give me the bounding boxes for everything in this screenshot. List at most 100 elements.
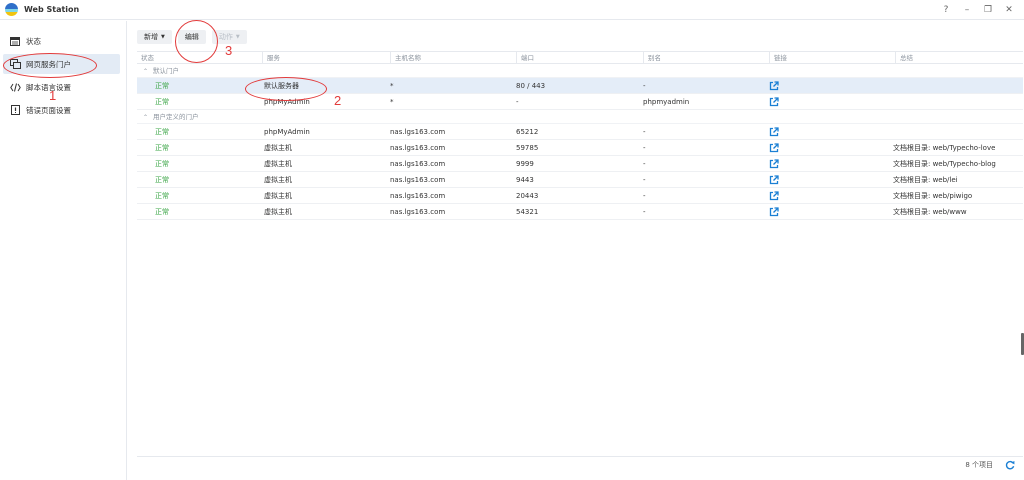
table-row[interactable]: 正常 虚拟主机 nas.lgs163.com 59785 - 文档根目录: web/Typ… (137, 140, 1023, 156)
code-icon (9, 81, 21, 93)
port-cell: 59785 (516, 144, 539, 152)
annotation-number-3: 3 (225, 43, 233, 58)
annotation-circle-1 (3, 53, 97, 78)
status-icon (9, 35, 21, 47)
host-cell: * (390, 82, 394, 90)
service-cell: 虚拟主机 (264, 160, 292, 168)
chevron-down-icon: ▼ (235, 34, 240, 40)
external-link-icon[interactable] (769, 191, 779, 201)
window-title: Web Station (24, 5, 80, 14)
port-cell: 65212 (516, 128, 539, 136)
summary-cell: 文档根目录: web/Typecho-blog (893, 160, 996, 168)
column-header-host[interactable]: 主机名称 (390, 52, 516, 64)
host-cell: * (390, 98, 394, 106)
port-cell: 9443 (516, 176, 534, 184)
external-link-icon[interactable] (769, 97, 779, 107)
table-row[interactable]: 正常 虚拟主机 nas.lgs163.com 9999 - 文档根目录: web/Type… (137, 156, 1023, 172)
service-cell: 虚拟主机 (264, 208, 292, 216)
web-station-logo-icon (5, 3, 18, 16)
external-link-icon[interactable] (769, 127, 779, 137)
table-row[interactable]: 正常 虚拟主机 nas.lgs163.com 20443 - 文档根目录: web/piw… (137, 188, 1023, 204)
status-cell: 正常 (155, 128, 169, 136)
column-header-alias[interactable]: 别名 (643, 52, 769, 64)
chevron-up-icon[interactable]: ⌃ (143, 111, 148, 125)
column-header-link[interactable]: 链接 (769, 52, 895, 64)
port-cell: - (516, 98, 519, 106)
status-cell: 正常 (155, 144, 169, 152)
port-cell: 54321 (516, 208, 539, 216)
group-label: 用户定义的门户 (153, 113, 199, 121)
table-header: 状态 服务 主机名称 端口 别名 链接 总结 (137, 51, 1023, 64)
alias-cell: - (643, 160, 646, 168)
group-label: 默认门户 (153, 67, 180, 75)
chevron-down-icon: ▼ (161, 34, 165, 40)
port-cell: 9999 (516, 160, 534, 168)
summary-cell: 文档根目录: web/piwigo (893, 192, 973, 200)
sidebar-item-error-page[interactable]: 错误页面设置 (3, 100, 120, 120)
title-bar: Web Station ? – ❐ ✕ (0, 0, 1024, 20)
column-header-summary[interactable]: 总结 (895, 52, 1011, 64)
service-cell: 虚拟主机 (264, 144, 292, 152)
refresh-icon[interactable] (1005, 460, 1015, 470)
external-link-icon[interactable] (769, 175, 779, 185)
sidebar-item-script-language[interactable]: 脚本语言设置 (3, 77, 120, 97)
alias-cell: phpmyadmin (643, 98, 690, 106)
error-icon (9, 104, 21, 116)
external-link-icon[interactable] (769, 159, 779, 169)
annotation-number-1: 1 (49, 88, 57, 103)
host-cell: nas.lgs163.com (390, 176, 446, 184)
service-cell: 虚拟主机 (264, 192, 292, 200)
status-cell: 正常 (155, 176, 169, 184)
chevron-up-icon[interactable]: ⌃ (143, 65, 148, 79)
external-link-icon[interactable] (769, 207, 779, 217)
create-button-label: 新增 (144, 33, 158, 41)
table-row[interactable]: 正常 虚拟主机 nas.lgs163.com 54321 - 文档根目录: web/www (137, 204, 1023, 220)
sidebar-item-label: 错误页面设置 (26, 105, 71, 115)
alias-cell: - (643, 176, 646, 184)
close-icon[interactable]: ✕ (1004, 4, 1014, 16)
help-icon[interactable]: ? (941, 4, 951, 16)
sidebar: 状态 网页服务门户 脚本语言设置 错误页面设置 (0, 21, 127, 480)
table-footer: 8 个项目 (137, 456, 1023, 472)
summary-cell: 文档根目录: web/Typecho-love (893, 144, 996, 152)
status-cell: 正常 (155, 192, 169, 200)
portal-table: 状态 服务 主机名称 端口 别名 链接 总结 ⌃ 默认门户 正常 默认服务器 * 80 /… (137, 51, 1023, 220)
service-cell: 虚拟主机 (264, 176, 292, 184)
annotation-number-2: 2 (334, 93, 342, 108)
group-row[interactable]: ⌃ 用户定义的门户 (137, 110, 1023, 124)
host-cell: nas.lgs163.com (390, 144, 446, 152)
summary-cell: 文档根目录: web/www (893, 208, 967, 216)
annotation-circle-3 (175, 20, 218, 63)
port-cell: 80 / 443 (516, 82, 546, 90)
status-cell: 正常 (155, 208, 169, 216)
status-cell: 正常 (155, 82, 169, 90)
host-cell: nas.lgs163.com (390, 160, 446, 168)
sidebar-item-label: 状态 (26, 36, 41, 46)
group-row[interactable]: ⌃ 默认门户 (137, 64, 1023, 78)
action-button-label: 动作 (218, 33, 233, 41)
host-cell: nas.lgs163.com (390, 192, 446, 200)
alias-cell: - (643, 128, 646, 136)
external-link-icon[interactable] (769, 81, 779, 91)
service-cell: phpMyAdmin (264, 128, 310, 136)
alias-cell: - (643, 82, 646, 90)
host-cell: nas.lgs163.com (390, 128, 446, 136)
restore-icon[interactable]: ❐ (983, 4, 993, 16)
column-header-service[interactable]: 服务 (262, 52, 390, 64)
annotation-circle-2 (245, 77, 327, 101)
table-row[interactable]: 正常 虚拟主机 nas.lgs163.com 9443 - 文档根目录: web/lei (137, 172, 1023, 188)
external-link-icon[interactable] (769, 143, 779, 153)
alias-cell: - (643, 192, 646, 200)
alias-cell: - (643, 144, 646, 152)
sidebar-item-status[interactable]: 状态 (3, 31, 120, 51)
status-cell: 正常 (155, 160, 169, 168)
host-cell: nas.lgs163.com (390, 208, 446, 216)
minimize-icon[interactable]: – (962, 4, 972, 16)
alias-cell: - (643, 208, 646, 216)
summary-cell: 文档根目录: web/lei (893, 176, 958, 184)
column-header-port[interactable]: 端口 (516, 52, 643, 64)
item-count: 8 个项目 (965, 461, 993, 469)
table-row[interactable]: 正常 phpMyAdmin nas.lgs163.com 65212 - (137, 124, 1023, 140)
port-cell: 20443 (516, 192, 539, 200)
create-button[interactable]: 新增 ▼ (137, 30, 172, 44)
